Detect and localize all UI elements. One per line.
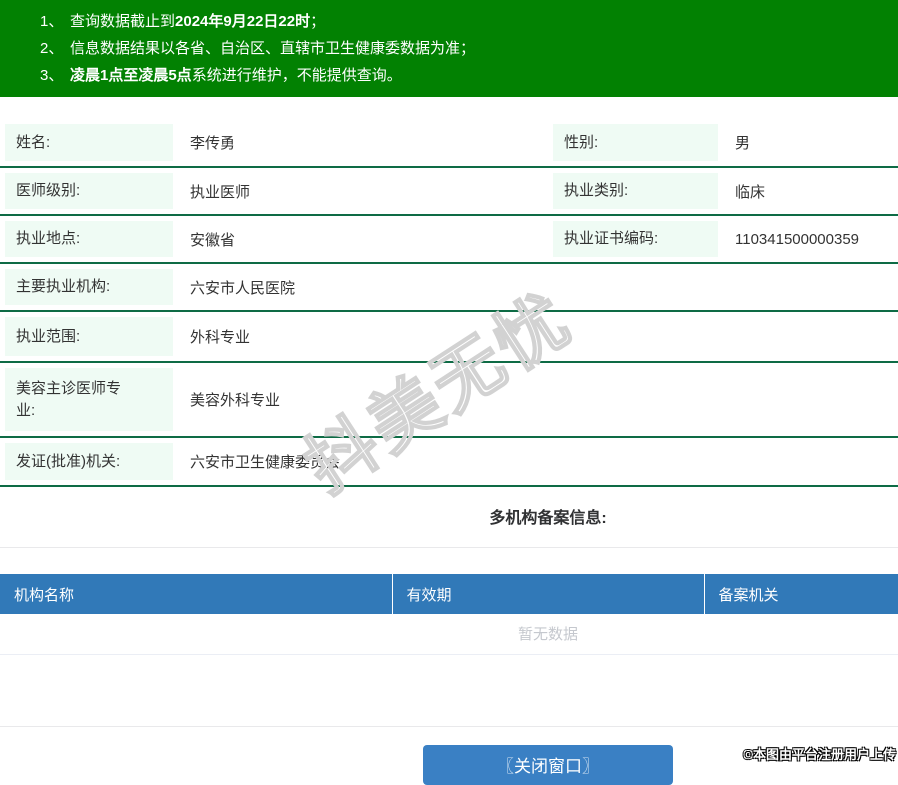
- gender-label-cell: 性别:: [548, 119, 723, 167]
- notice-line-3: 3、 凌晨1点至凌晨5点系统进行维护，不能提供查询。: [40, 62, 888, 89]
- table-row: 美容主诊医师专业: 美容外科专业: [0, 362, 898, 437]
- practice-category-label-cell: 执业类别:: [548, 167, 723, 215]
- notice-line-number: 2、: [40, 40, 64, 57]
- practice-scope-value-cell: 外科专业: [190, 329, 251, 346]
- cosmetic-specialty-label-cell: 美容主诊医师专业:: [0, 362, 178, 437]
- upload-credit-text: ©本图由平台注册用户上传: [743, 747, 896, 762]
- table-row: 姓名: 李传勇 性别: 男: [0, 119, 898, 167]
- certificate-number-label-cell: 执业证书编码:: [548, 215, 723, 263]
- table-row: 发证(批准)机关: 六安市卫生健康委员会: [0, 437, 898, 486]
- close-window-button[interactable]: 〖关闭窗口〗: [423, 744, 673, 785]
- notice-line-text: 查询数据截止到: [70, 13, 176, 30]
- multi-institution-heading: 多机构备案信息:: [489, 510, 607, 527]
- notice-line-text: 信息数据结果以各省、自治区、直辖市卫生健康委数据为准；: [70, 40, 476, 57]
- table-row: 主要执业机构: 六安市人民医院: [0, 263, 898, 311]
- doctor-level-value-cell: 执业医师: [190, 183, 251, 201]
- notice-line-number: 1、: [40, 13, 64, 30]
- name-label-cell: 姓名:: [0, 119, 178, 167]
- practitioner-info-table: 姓名: 李传勇 性别: 男 医师级别: 执业医师 执业类别: 临床 执业地点: …: [0, 119, 898, 487]
- gender-value-cell: 男: [735, 135, 751, 152]
- practice-location-value-cell: 安徽省: [190, 231, 236, 249]
- cosmetic-specialty-value-cell: 美容外科专业: [190, 392, 281, 409]
- issuing-authority-label-cell: 发证(批准)机关:: [0, 437, 178, 486]
- empty-data-placeholder: 暂无数据: [0, 614, 898, 655]
- doctor-level-label-cell: 医师级别:: [0, 167, 178, 215]
- column-header-institution: 机构名称: [0, 574, 393, 614]
- notice-line-bold: 2024年9月22日22时: [175, 13, 311, 30]
- divider: [0, 725, 898, 727]
- table-row: 暂无数据: [0, 614, 898, 655]
- notice-line-1: 1、 查询数据截止到2024年9月22日22时；: [40, 8, 888, 35]
- notice-line-text: ；: [310, 13, 326, 30]
- issuing-authority-value-cell: 六安市卫生健康委员会: [190, 454, 341, 471]
- name-value-cell: 李传勇: [190, 135, 236, 152]
- notice-line-2: 2、 信息数据结果以各省、自治区、直辖市卫生健康委数据为准；: [40, 35, 888, 62]
- practice-scope-label-cell: 执业范围:: [0, 311, 178, 362]
- table-row: 执业范围: 外科专业: [0, 311, 898, 362]
- main-institution-label-cell: 主要执业机构:: [0, 263, 178, 311]
- column-header-filing-authority: 备案机关: [704, 574, 898, 614]
- table-header-row: 机构名称 有效期 备案机关: [0, 574, 898, 614]
- main-institution-value-cell: 六安市人民医院: [190, 279, 296, 297]
- notice-line-text: 系统进行维护，不能提供查询。: [191, 67, 402, 84]
- divider: [0, 547, 898, 548]
- practice-location-label-cell: 执业地点:: [0, 215, 178, 263]
- notice-banner: 1、 查询数据截止到2024年9月22日22时； 2、 信息数据结果以各省、自治区、…: [0, 0, 898, 97]
- certificate-number-value-cell: 110341500000359: [735, 230, 860, 248]
- table-row: 医师级别: 执业医师 执业类别: 临床: [0, 167, 898, 215]
- notice-line-number: 3、: [40, 67, 64, 84]
- notice-line-bold: 凌晨1点至凌晨5点: [70, 67, 192, 84]
- practice-category-value-cell: 临床: [735, 183, 766, 201]
- multi-institution-table: 机构名称 有效期 备案机关 暂无数据: [0, 574, 898, 655]
- column-header-validity: 有效期: [392, 574, 705, 614]
- table-row: 执业地点: 安徽省 执业证书编码: 110341500000359: [0, 215, 898, 263]
